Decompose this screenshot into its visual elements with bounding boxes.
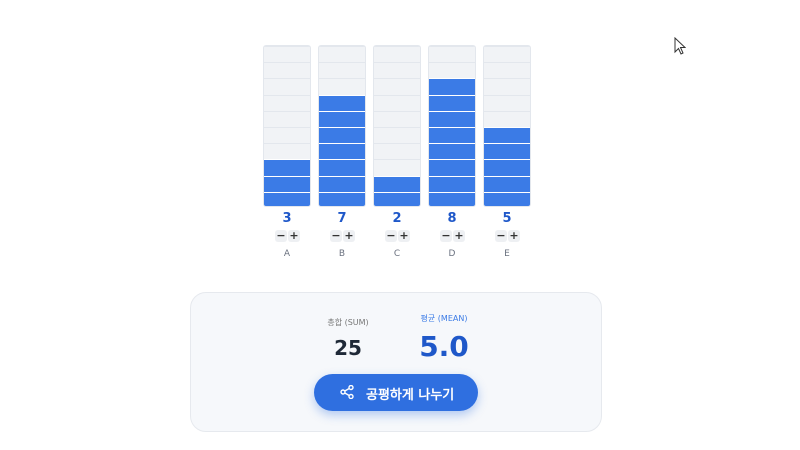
app-stage: 3− + A 7− + B 2− + C 8− + D 5− + E 총합 (SUM) 25 평균 (MEA… — [0, 0, 800, 450]
bar-segment-empty — [429, 46, 475, 62]
decrement-button[interactable]: − — [385, 230, 397, 242]
bar-segment-empty — [484, 110, 530, 127]
increment-button[interactable]: + — [453, 230, 465, 242]
bar-segment-empty — [319, 78, 365, 94]
bar-segment-filled — [429, 110, 475, 127]
bar-segment-empty — [429, 62, 475, 78]
bar-value-label: 7 — [337, 211, 347, 226]
category-label: A — [283, 249, 291, 259]
bar-segment-filled — [374, 175, 420, 192]
bar-segment-empty — [264, 78, 310, 94]
bar-segment-filled — [319, 159, 365, 176]
value-stepper: − + — [385, 230, 410, 242]
sum-stat: 총합 (SUM) 25 — [309, 317, 387, 360]
bar-segment-empty — [319, 62, 365, 78]
bar-segment-empty — [264, 62, 310, 78]
bar-segment-empty — [374, 143, 420, 159]
bar-segment-empty — [484, 78, 530, 94]
bar-segment-filled — [429, 159, 475, 176]
bar-segment-filled — [484, 143, 530, 160]
bar-segment-empty — [374, 78, 420, 94]
bar-segment-empty — [484, 94, 530, 111]
bar-column-e: 5 − + E — [483, 45, 531, 259]
bar-segment-filled — [319, 143, 365, 160]
sum-label: 총합 (SUM) — [327, 318, 369, 327]
decrement-button[interactable]: − — [330, 230, 342, 242]
bar-segment-filled — [484, 175, 530, 192]
category-label: D — [448, 249, 456, 259]
bar-column-d: 8 − + D — [428, 45, 476, 259]
bar-segment-empty — [319, 46, 365, 62]
bar-a — [263, 45, 311, 207]
bar-segment-filled — [374, 191, 420, 206]
summary-card: 총합 (SUM) 25 평균 (MEAN) 5.0 공평하게 나누기 — [190, 292, 602, 432]
bar-value-label: 8 — [447, 211, 457, 226]
value-stepper: − + — [275, 230, 300, 242]
bar-column-b: 7 − + B — [318, 45, 366, 259]
share-icon — [340, 385, 354, 399]
bar-value-label: 3 — [282, 211, 292, 226]
bar-segment-empty — [484, 46, 530, 62]
value-stepper: − + — [330, 230, 355, 242]
bar-segment-filled — [429, 127, 475, 144]
bar-segment-filled — [319, 191, 365, 206]
increment-button[interactable]: + — [343, 230, 355, 242]
bar-segment-empty — [264, 110, 310, 127]
bar-segment-empty — [264, 94, 310, 111]
bar-segment-filled — [319, 110, 365, 127]
bar-segment-empty — [374, 62, 420, 78]
bar-segment-filled — [264, 191, 310, 206]
bar-column-c: 2 − + C — [373, 45, 421, 259]
bar-segment-empty — [484, 62, 530, 78]
mean-stat: 평균 (MEAN) 5.0 — [405, 313, 483, 363]
bar-segment-filled — [264, 159, 310, 176]
value-stepper: − + — [495, 230, 520, 242]
bar-value-label: 2 — [392, 211, 402, 226]
bar-segment-filled — [319, 127, 365, 144]
bar-segment-filled — [264, 175, 310, 192]
bar-segment-empty — [374, 127, 420, 143]
bar-segment-filled — [429, 191, 475, 206]
bar-segment-empty — [374, 159, 420, 175]
bar-c — [373, 45, 421, 207]
bar-segment-filled — [484, 191, 530, 206]
bar-d — [428, 45, 476, 207]
bar-segment-filled — [319, 94, 365, 111]
bar-segment-filled — [429, 78, 475, 95]
mouse-cursor-icon — [674, 37, 686, 55]
bar-segment-filled — [429, 143, 475, 160]
increment-button[interactable]: + — [508, 230, 520, 242]
bar-value-label: 5 — [502, 211, 512, 226]
sum-value: 25 — [334, 336, 362, 360]
category-label: B — [338, 249, 346, 259]
bar-column-a: 3 − + A — [263, 45, 311, 259]
decrement-button[interactable]: − — [275, 230, 287, 242]
bar-segment-empty — [374, 110, 420, 127]
mean-value: 5.0 — [419, 330, 469, 363]
bar-segment-filled — [484, 159, 530, 176]
bar-chart: 3− + A 7− + B 2− + C 8− + D 5− + E — [263, 45, 533, 265]
bar-segment-empty — [264, 127, 310, 143]
share-button-label: 공평하게 나누기 — [366, 388, 455, 403]
mean-label: 평균 (MEAN) — [420, 314, 468, 323]
increment-button[interactable]: + — [288, 230, 300, 242]
decrement-button[interactable]: − — [440, 230, 452, 242]
bar-b — [318, 45, 366, 207]
bar-segment-empty — [374, 94, 420, 111]
bar-segment-empty — [264, 46, 310, 62]
bar-segment-filled — [319, 175, 365, 192]
decrement-button[interactable]: − — [495, 230, 507, 242]
category-label: C — [393, 249, 401, 259]
share-fairly-button[interactable]: 공평하게 나누기 — [314, 374, 478, 411]
category-label: E — [504, 249, 510, 259]
bar-segment-filled — [429, 175, 475, 192]
bar-segment-filled — [429, 94, 475, 111]
bar-e — [483, 45, 531, 207]
value-stepper: − + — [440, 230, 465, 242]
bar-segment-empty — [264, 143, 310, 159]
increment-button[interactable]: + — [398, 230, 410, 242]
bar-segment-empty — [374, 46, 420, 62]
bar-segment-filled — [484, 127, 530, 144]
